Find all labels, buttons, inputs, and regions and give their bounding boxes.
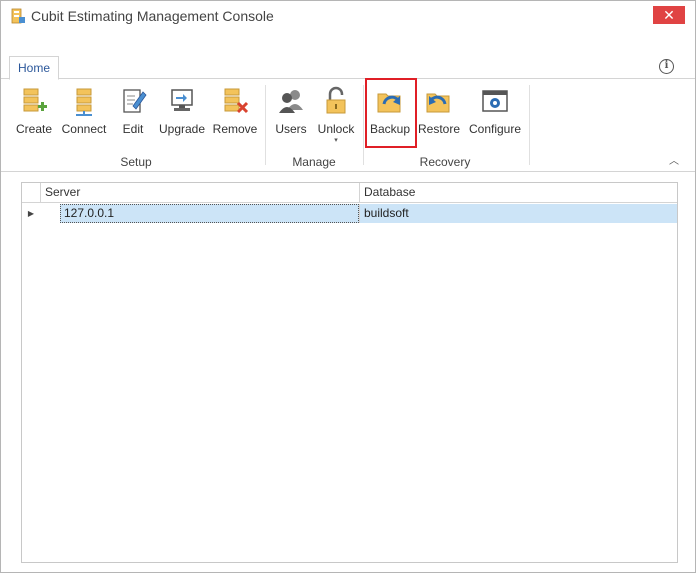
connect-server-icon: [76, 88, 92, 116]
grid-header: Server Database: [22, 183, 677, 203]
group-setup-label: Setup: [120, 155, 152, 169]
column-header-server[interactable]: Server: [40, 183, 359, 203]
ribbon-tab-strip: Home i: [1, 53, 695, 80]
ribbon-separator: [265, 85, 266, 165]
create-server-icon: [23, 88, 47, 112]
upgrade-monitor-icon: [171, 89, 193, 111]
users-icon: [279, 90, 303, 113]
restore-folder-icon: [426, 93, 450, 113]
window-title: Cubit Estimating Management Console: [31, 8, 274, 24]
ribbon-separator: [363, 85, 364, 165]
remove-button[interactable]: Remove: [211, 82, 259, 144]
group-recovery-label: Recovery: [419, 155, 471, 169]
cell-database[interactable]: buildsoft: [359, 204, 677, 223]
backup-highlight-box: [365, 78, 417, 148]
row-indicator-icon: ▶: [27, 209, 35, 218]
remove-server-icon: [224, 88, 249, 114]
restore-button[interactable]: Restore: [417, 82, 461, 144]
title-bar: Cubit Estimating Management Console ✕: [1, 1, 695, 31]
app-logo-icon: [11, 8, 25, 24]
upgrade-button[interactable]: Upgrade: [157, 82, 207, 144]
main-window: Cubit Estimating Management Console ✕ Ho…: [0, 0, 696, 573]
row-indicator-header: [22, 183, 40, 203]
create-button[interactable]: Create: [13, 82, 55, 144]
info-icon[interactable]: i: [659, 59, 674, 74]
edit-button[interactable]: Edit: [115, 82, 151, 144]
tab-home[interactable]: Home: [9, 56, 59, 80]
close-button[interactable]: ✕: [653, 6, 685, 24]
cell-server[interactable]: 127.0.0.1: [60, 204, 359, 223]
column-header-database[interactable]: Database: [359, 183, 677, 203]
users-label: Users: [275, 122, 307, 136]
chevron-down-icon: ▾: [334, 137, 338, 144]
ribbon-separator: [529, 85, 530, 165]
connect-button[interactable]: Connect: [59, 82, 109, 144]
table-row[interactable]: ▶ 127.0.0.1 buildsoft: [22, 204, 677, 223]
configure-label: Configure: [468, 122, 522, 136]
group-manage-label: Manage: [292, 155, 336, 169]
restore-label: Restore: [417, 122, 461, 136]
configure-window-icon: [482, 90, 508, 112]
unlock-label: Unlock: [317, 122, 355, 136]
unlock-button[interactable]: Unlock ▾: [315, 82, 357, 144]
server-grid: Server Database ▶ 127.0.0.1 buildsoft: [21, 182, 678, 563]
ribbon: Create Connect Edit Upgrade Remove Setup…: [1, 80, 695, 172]
users-button[interactable]: Users: [273, 82, 309, 144]
edit-label: Edit: [122, 122, 144, 136]
unlock-padlock-icon: [326, 86, 346, 114]
edit-document-icon: [123, 89, 147, 113]
remove-label: Remove: [212, 122, 258, 136]
create-label: Create: [15, 122, 53, 136]
configure-button[interactable]: Configure: [467, 82, 523, 144]
connect-label: Connect: [61, 122, 107, 136]
upgrade-label: Upgrade: [158, 122, 206, 136]
collapse-ribbon-icon[interactable]: ︿: [669, 152, 679, 167]
